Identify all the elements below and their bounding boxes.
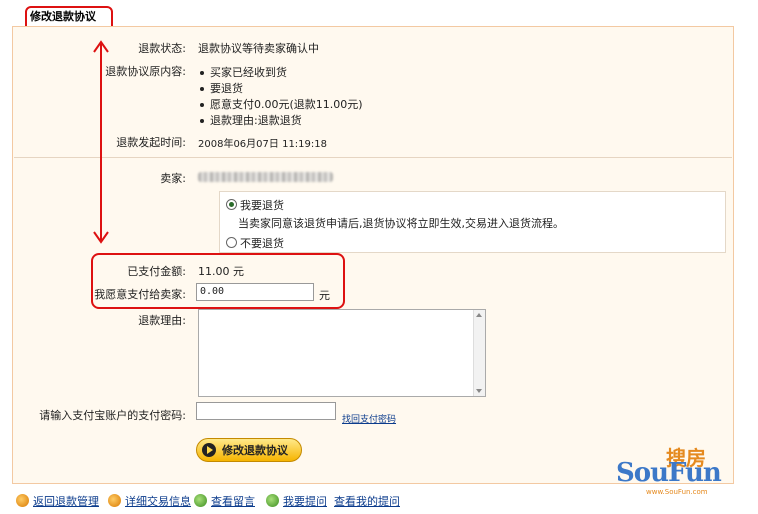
- footer-back[interactable]: 返回退款管理: [16, 493, 99, 509]
- double-arrow-icon: [93, 40, 109, 244]
- back-arrow-icon: [16, 494, 29, 507]
- footer-detail[interactable]: 详细交易信息: [108, 493, 191, 509]
- return-option-no[interactable]: 不要退货: [226, 235, 284, 251]
- return-option-desc: 当卖家同意该退货申请后,退货协议将立即生效,交易进入退货流程。: [238, 217, 564, 230]
- arrow-icon: [108, 494, 121, 507]
- reason-label: 退款理由:: [138, 314, 186, 327]
- original-item: 要退货: [200, 80, 243, 96]
- seller-name-redacted: [198, 170, 333, 183]
- amount-highlight-box: [91, 253, 345, 309]
- password-input[interactable]: [196, 402, 336, 420]
- footer-view-questions[interactable]: 查看我的提问: [334, 493, 400, 509]
- footer-view-message[interactable]: 查看留言: [194, 493, 255, 509]
- original-item: 买家已经收到货: [200, 64, 287, 80]
- chat-bubble-icon: [266, 494, 279, 507]
- textarea-scrollbar[interactable]: [473, 310, 485, 396]
- return-option-yes[interactable]: 我要退货: [226, 197, 284, 213]
- section-divider: [14, 157, 732, 158]
- radio-selected-icon[interactable]: [226, 199, 237, 210]
- play-icon: [202, 443, 216, 457]
- original-item: 愿意支付0.00元(退款11.00元): [200, 96, 363, 112]
- soufun-watermark: 搜房 SouFun www.SouFun.com: [616, 446, 722, 496]
- password-label: 请输入支付宝账户的支付密码:: [39, 409, 186, 422]
- scroll-down-icon[interactable]: [476, 389, 482, 393]
- time-value: 2008年06月07日 11:19:18: [198, 139, 327, 150]
- status-value: 退款协议等待卖家确认中: [198, 42, 319, 55]
- radio-unselected-icon[interactable]: [226, 237, 237, 248]
- reason-textarea[interactable]: [198, 309, 486, 397]
- retrieve-password-link[interactable]: 找回支付密码: [342, 412, 396, 425]
- chat-bubble-icon: [194, 494, 207, 507]
- submit-button[interactable]: 修改退款协议: [196, 438, 302, 462]
- footer-ask[interactable]: 我要提问: [266, 493, 327, 509]
- original-item: 退款理由:退款退货: [200, 112, 302, 128]
- scroll-up-icon[interactable]: [476, 313, 482, 317]
